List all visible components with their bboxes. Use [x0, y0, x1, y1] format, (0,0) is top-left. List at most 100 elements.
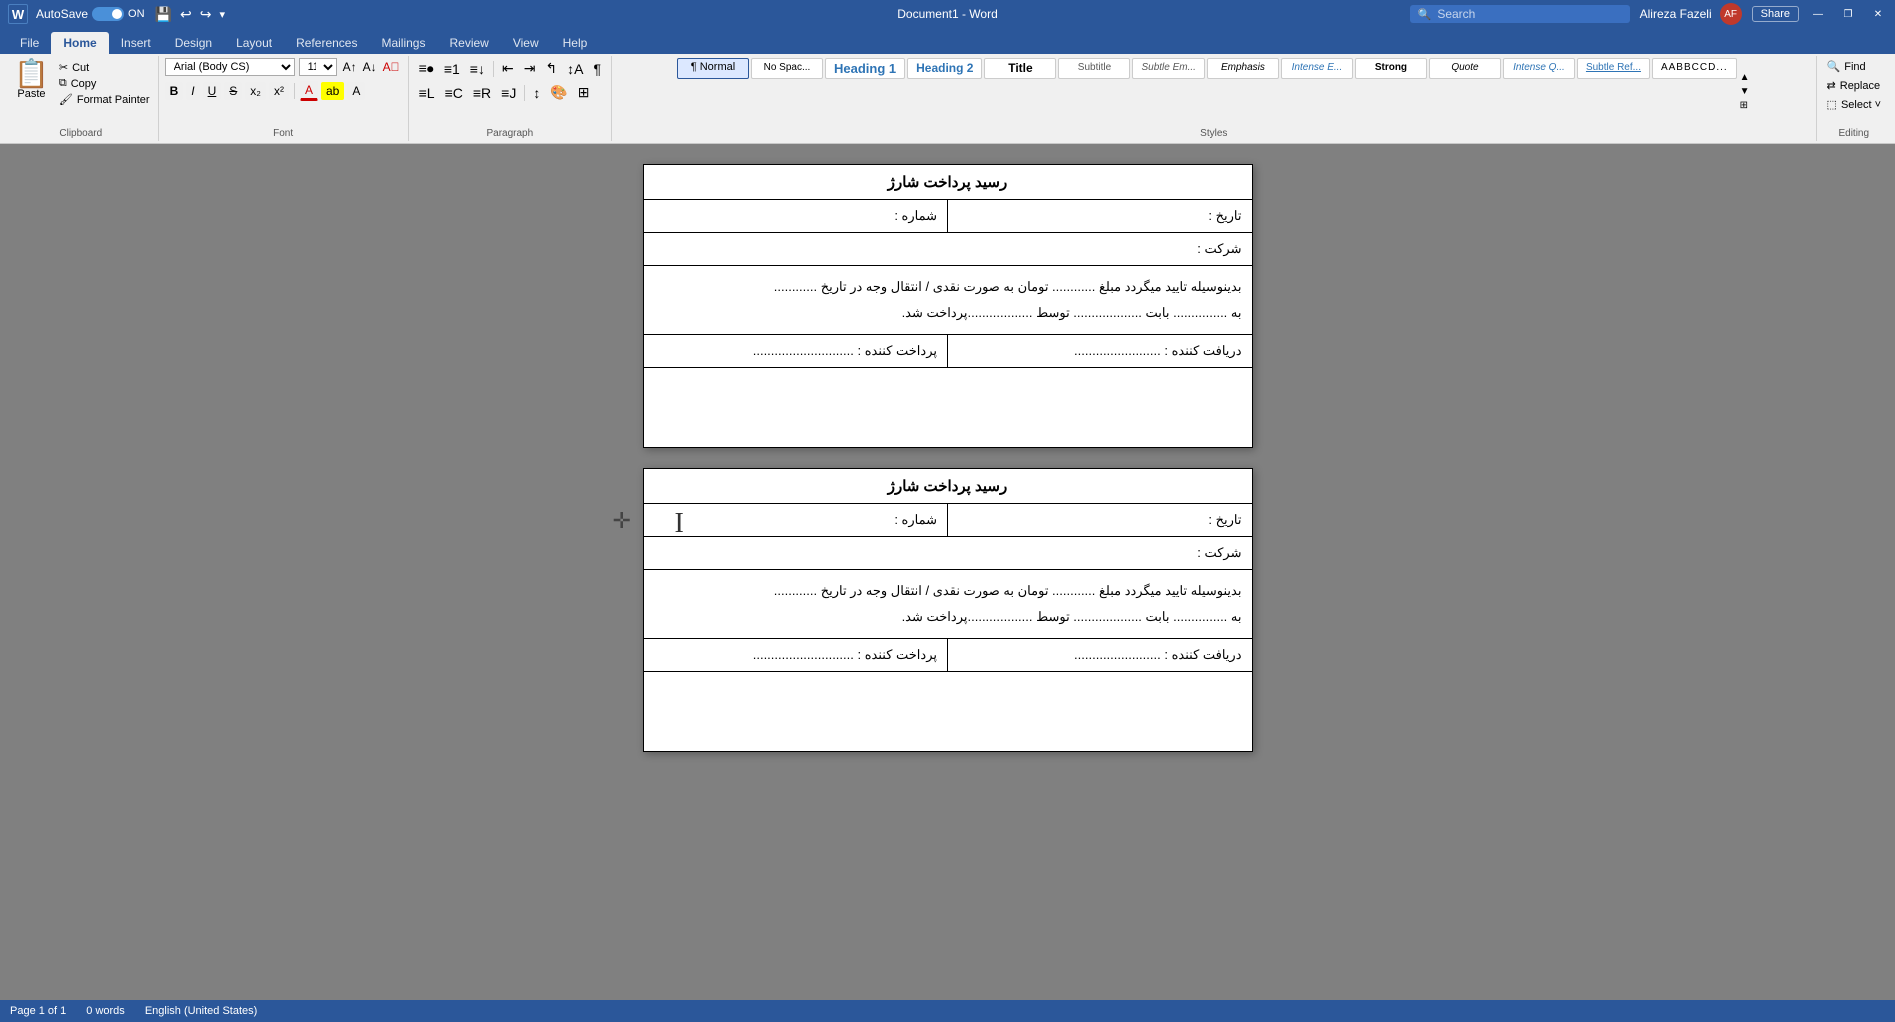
highlight-btn[interactable]: ab: [321, 82, 344, 100]
paste-button[interactable]: 📋 Paste: [10, 58, 53, 107]
find-icon: 🔍: [1827, 60, 1841, 73]
styles-scroll-down[interactable]: ▼: [1739, 85, 1751, 98]
tab-insert[interactable]: Insert: [109, 32, 163, 54]
language: English (United States): [145, 1005, 258, 1017]
shading-btn[interactable]: 🎨: [546, 82, 571, 103]
styles-scroll-up[interactable]: ▲: [1739, 71, 1751, 84]
align-right-btn[interactable]: ≡R: [469, 83, 495, 103]
minimize-btn[interactable]: —: [1809, 5, 1827, 23]
style-quote[interactable]: Quote: [1429, 58, 1501, 79]
copy-button[interactable]: ⧉ Copy: [57, 76, 152, 91]
payer-label-2: پرداخت کننده :: [858, 647, 938, 662]
style-strong[interactable]: Strong: [1355, 58, 1427, 79]
clipboard-content: 📋 Paste ✂ Cut ⧉ Copy 🖌 Format Painter: [10, 58, 152, 124]
format-painter-button[interactable]: 🖌 Format Painter: [57, 92, 152, 107]
editing-group-label: Editing: [1838, 126, 1869, 139]
strikethrough-btn[interactable]: S: [224, 82, 242, 100]
find-button[interactable]: 🔍 Find: [1823, 58, 1885, 75]
tab-home[interactable]: Home: [51, 32, 108, 54]
ribbon-group-paragraph: ≡⦁ ≡1 ≡↓ ⇤ ⇥ ↰ ↕A ¶ ≡L ≡C ≡R ≡J ↕ 🎨 ⊞: [409, 56, 612, 141]
redo-btn[interactable]: ↪: [198, 6, 214, 23]
cut-button[interactable]: ✂ Cut: [57, 60, 152, 75]
receiver-label-1: دریافت کننده :: [1164, 343, 1241, 358]
bold-btn[interactable]: B: [165, 82, 184, 100]
font-family-select[interactable]: Arial (Body CS): [165, 58, 295, 76]
tab-help[interactable]: Help: [551, 32, 600, 54]
align-left-btn[interactable]: ≡L: [415, 83, 439, 103]
bullets-btn[interactable]: ≡⦁: [415, 58, 438, 79]
search-bar[interactable]: 🔍 Search: [1410, 5, 1630, 23]
ribbon-group-clipboard: 📋 Paste ✂ Cut ⧉ Copy 🖌 Format Painter: [4, 56, 159, 141]
line-spacing-btn[interactable]: ↕: [529, 83, 544, 103]
italic-btn[interactable]: I: [186, 82, 199, 100]
tab-layout[interactable]: Layout: [224, 32, 284, 54]
date-cell-1: تاریخ :: [948, 200, 1253, 233]
replace-label: Replace: [1840, 80, 1880, 92]
font-label: Font: [273, 128, 293, 139]
tab-mailings[interactable]: Mailings: [369, 32, 437, 54]
styles-group-label: Styles: [1200, 126, 1227, 139]
font-size-select[interactable]: 11: [299, 58, 337, 76]
borders-btn[interactable]: ⊞: [574, 82, 594, 103]
clipboard-small-btns: ✂ Cut ⧉ Copy 🖌 Format Painter: [57, 60, 152, 107]
style-subtle-em[interactable]: Subtle Em...: [1132, 58, 1204, 79]
clear-format-btn[interactable]: A⃝: [381, 60, 402, 74]
undo-btn[interactable]: ↩: [178, 6, 194, 23]
font-shrink-btn[interactable]: A↓: [361, 60, 379, 74]
number-label-2: شماره :: [894, 512, 937, 527]
date-cell-2: تاریخ :: [948, 504, 1253, 537]
select-button[interactable]: ⬚ Select ˅: [1823, 96, 1885, 113]
restore-btn[interactable]: ❐: [1839, 5, 1857, 23]
receipt-header-row-1: تاریخ : شماره :: [643, 200, 1252, 233]
receiver-dots-1: ........................: [1074, 343, 1161, 358]
style-normal[interactable]: ¶ Normal: [677, 58, 749, 79]
multilevel-btn[interactable]: ≡↓: [466, 59, 489, 79]
style-emphasis[interactable]: Emphasis: [1207, 58, 1279, 79]
tab-view[interactable]: View: [501, 32, 551, 54]
styles-expand[interactable]: ⊞: [1739, 99, 1751, 112]
number-cell-2: شماره :: [643, 504, 948, 537]
font-grow-btn[interactable]: A↑: [341, 60, 359, 74]
text-shade-btn[interactable]: A: [347, 82, 365, 100]
save-btn[interactable]: 💾: [153, 6, 174, 23]
tab-file[interactable]: File: [8, 32, 51, 54]
text-color-btn[interactable]: A: [300, 81, 318, 101]
style-no-space[interactable]: No Spac...: [751, 58, 823, 79]
tab-design[interactable]: Design: [163, 32, 224, 54]
rtl-btn[interactable]: ↰: [541, 58, 561, 79]
align-center-btn[interactable]: ≡C: [441, 83, 467, 103]
autosave-label: AutoSave: [36, 7, 88, 21]
autosave-toggle-thumb: [112, 9, 122, 19]
style-heading2[interactable]: Heading 2: [907, 58, 982, 79]
underline-btn[interactable]: U: [203, 82, 222, 100]
style-aabbccd[interactable]: AABBCCD...: [1652, 58, 1737, 79]
page-2[interactable]: ✛ I رسید پرداخت شارژ تاریخ : شماره : شرک…: [643, 468, 1253, 752]
close-btn[interactable]: ✕: [1869, 5, 1887, 23]
style-subtitle[interactable]: Subtitle: [1058, 58, 1130, 79]
share-label[interactable]: Share: [1752, 6, 1799, 22]
increase-indent-btn[interactable]: ⇥: [520, 58, 540, 79]
subscript-btn[interactable]: x₂: [245, 82, 266, 100]
superscript-btn[interactable]: x²: [269, 82, 289, 100]
justify-btn[interactable]: ≡J: [497, 83, 520, 103]
sort-btn[interactable]: ↕A: [563, 59, 587, 79]
tab-review[interactable]: Review: [437, 32, 500, 54]
select-icon: ⬚: [1827, 98, 1837, 111]
pilcrow-btn[interactable]: ¶: [590, 59, 606, 79]
page-1[interactable]: رسید پرداخت شارژ تاریخ : شماره : شرکت : …: [643, 164, 1253, 448]
style-intense-e[interactable]: Intense E...: [1281, 58, 1353, 79]
font-group-label: Font: [273, 126, 293, 139]
style-heading1[interactable]: Heading 1: [825, 58, 905, 79]
tab-references[interactable]: References: [284, 32, 369, 54]
style-title[interactable]: Title: [984, 58, 1056, 79]
replace-button[interactable]: ⇄ Replace: [1823, 77, 1885, 94]
customize-btn[interactable]: ▾: [217, 8, 227, 21]
style-intense-q[interactable]: Intense Q...: [1503, 58, 1575, 79]
payer-label-1: پرداخت کننده :: [858, 343, 938, 358]
title-bar: W AutoSave ON 💾 ↩ ↪ ▾ Document1 - Word 🔍…: [0, 0, 1895, 28]
document-title: Document1 - Word: [897, 7, 997, 21]
numbering-btn[interactable]: ≡1: [440, 59, 464, 79]
autosave-toggle[interactable]: [92, 7, 124, 21]
decrease-indent-btn[interactable]: ⇤: [498, 58, 518, 79]
style-subtle-ref[interactable]: Subtle Ref...: [1577, 58, 1650, 79]
